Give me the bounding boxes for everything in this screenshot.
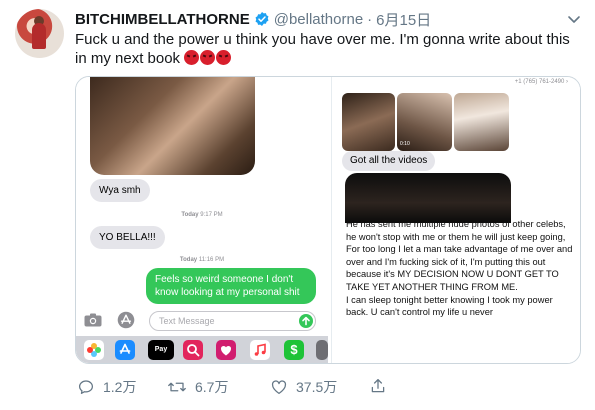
tweet: BITCHIMBELLATHORNE @bellathorne · 6月15日 … — [0, 0, 595, 410]
angry-face-icon — [200, 50, 216, 65]
avatar[interactable] — [15, 9, 64, 58]
message-bubble-incoming: Got all the videos — [342, 151, 436, 171]
apple-pay-icon[interactable]: Pay — [148, 340, 174, 360]
tweet-header: BITCHIMBELLATHORNE @bellathorne · 6月15日 — [75, 9, 431, 30]
heart-sticker-icon[interactable] — [216, 340, 236, 360]
chevron-down-icon[interactable] — [567, 12, 581, 26]
arrow-up-icon — [302, 316, 310, 326]
message-timestamp: Today 11:16 PM — [76, 257, 328, 263]
camera-icon[interactable] — [84, 313, 102, 327]
photos-icon[interactable] — [84, 340, 104, 360]
search-images-icon[interactable] — [183, 340, 203, 360]
reply-icon — [78, 380, 94, 395]
left-screenshot[interactable]: Wya smh Today 9:17 PM YO BELLA!!! Today … — [76, 77, 328, 363]
message-bubble-incoming: YO BELLA!!! — [90, 226, 165, 249]
imessage-app-strip: Pay $ — [76, 336, 328, 363]
retweet-icon — [168, 382, 186, 392]
share-icon — [371, 378, 385, 393]
music-icon[interactable] — [250, 340, 270, 360]
right-screenshot[interactable]: +1 (765) 761-2490 › 0:10 Got all the vid… — [331, 77, 580, 363]
statement-text: He has sent me multiple nude photos of o… — [346, 219, 573, 318]
stamp-time: 11:16 PM — [198, 257, 225, 263]
message-bubble-outgoing: Feels so weird someone I don't know look… — [146, 268, 316, 304]
handle[interactable]: @bellathorne — [274, 11, 363, 28]
video-preview — [345, 173, 511, 223]
video-thumbnail — [342, 93, 395, 151]
phone-number: +1 (765) 761-2490 › — [514, 79, 568, 85]
tweet-action-bar: 1.2万 6.7万 37.5万 — [75, 377, 580, 399]
video-thumbnail — [454, 93, 509, 151]
like-button[interactable]: 37.5万 — [270, 377, 337, 397]
cash-app-icon[interactable]: $ — [284, 340, 304, 360]
send-button[interactable] — [299, 314, 313, 328]
like-count: 37.5万 — [296, 379, 338, 395]
verified-badge-icon — [255, 12, 269, 26]
reply-count: 1.2万 — [103, 379, 137, 395]
message-bubble-incoming: Wya smh — [90, 179, 150, 202]
share-button[interactable] — [369, 377, 387, 400]
timestamp[interactable]: 6月15日 — [376, 9, 431, 30]
avatar-figure-shape — [32, 23, 46, 49]
message-input-placeholder: Text Message — [159, 316, 215, 326]
stamp-day: Today — [181, 212, 199, 218]
message-input-row: Text Message — [76, 310, 328, 332]
stamp-day: Today — [179, 257, 198, 263]
more-apps-icon[interactable] — [316, 340, 328, 360]
app-store-icon[interactable] — [117, 311, 135, 329]
tweet-text-body: Fuck u and the power u think you have ov… — [75, 31, 570, 67]
stamp-time: 9:17 PM — [200, 212, 223, 218]
video-duration: 0:10 — [400, 141, 410, 147]
heart-icon — [271, 380, 287, 395]
message-timestamp: Today 9:17 PM — [76, 212, 328, 218]
angry-face-icon — [216, 50, 232, 65]
display-name[interactable]: BITCHIMBELLATHORNE — [75, 11, 250, 28]
retweet-button[interactable]: 6.7万 — [167, 377, 228, 397]
shared-photo — [90, 77, 255, 175]
message-input[interactable]: Text Message — [149, 311, 316, 331]
app-store-icon[interactable] — [115, 340, 135, 360]
media-attachment[interactable]: Wya smh Today 9:17 PM YO BELLA!!! Today … — [75, 76, 581, 364]
tweet-text: Fuck u and the power u think you have ov… — [75, 30, 580, 68]
reply-button[interactable]: 1.2万 — [77, 377, 136, 397]
retweet-count: 6.7万 — [195, 379, 229, 395]
separator-dot: · — [367, 10, 373, 28]
angry-face-icon — [184, 50, 200, 65]
